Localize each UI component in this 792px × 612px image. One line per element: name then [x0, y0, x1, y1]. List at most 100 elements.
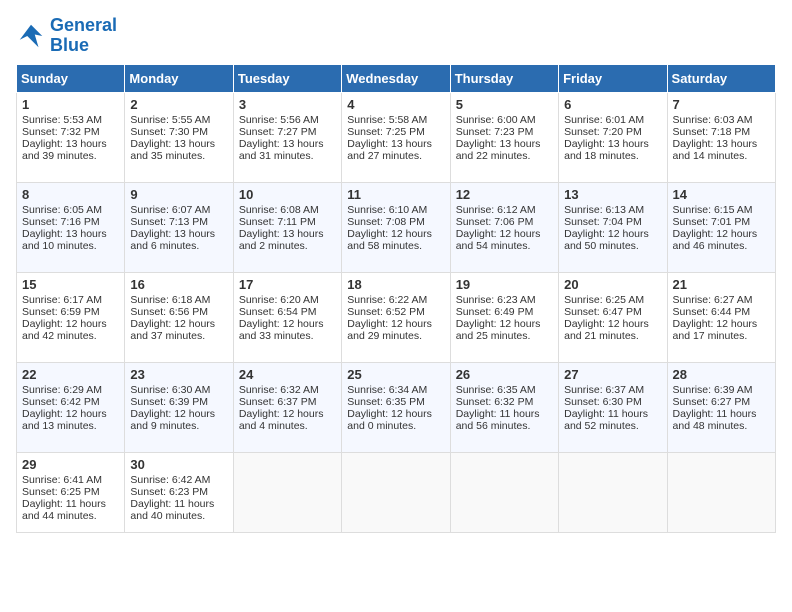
- cell-line: Sunset: 7:30 PM: [130, 126, 227, 138]
- cell-line: Sunset: 7:25 PM: [347, 126, 444, 138]
- calendar-cell: 26 Sunrise: 6:35 AMSunset: 6:32 PMDayligh…: [450, 362, 558, 452]
- calendar-header-monday: Monday: [125, 64, 233, 92]
- cell-line: and 18 minutes.: [564, 150, 661, 162]
- cell-line: Daylight: 13 hours: [22, 228, 119, 240]
- cell-line: Daylight: 12 hours: [130, 408, 227, 420]
- calendar-cell: [450, 452, 558, 532]
- calendar-cell: 24Sunrise: 6:32 AMSunset: 6:37 PMDayligh…: [233, 362, 341, 452]
- cell-line: and 56 minutes.: [456, 420, 553, 432]
- day-number: 6: [564, 97, 661, 112]
- cell-line: and 44 minutes.: [22, 510, 119, 522]
- cell-line: Sunrise: 6:32 AM: [239, 384, 336, 396]
- cell-line: Daylight: 12 hours: [130, 318, 227, 330]
- cell-line: Daylight: 13 hours: [239, 138, 336, 150]
- logo-text: General Blue: [50, 16, 117, 56]
- day-number: 4: [347, 97, 444, 112]
- cell-line: Sunrise: 6:18 AM: [130, 294, 227, 306]
- cell-line: and 54 minutes.: [456, 240, 553, 252]
- cell-line: Daylight: 11 hours: [564, 408, 661, 420]
- cell-line: and 50 minutes.: [564, 240, 661, 252]
- cell-line: Daylight: 13 hours: [673, 138, 770, 150]
- cell-line: and 14 minutes.: [673, 150, 770, 162]
- cell-line: Daylight: 11 hours: [673, 408, 770, 420]
- cell-line: Sunset: 6:47 PM: [564, 306, 661, 318]
- cell-line: Sunset: 7:27 PM: [239, 126, 336, 138]
- day-number: 5: [456, 97, 553, 112]
- logo-icon: [16, 21, 46, 51]
- calendar-cell: 8Sunrise: 6:05 AMSunset: 7:16 PMDaylight…: [17, 182, 125, 272]
- day-number: 12: [456, 187, 553, 202]
- cell-line: and 21 minutes.: [564, 330, 661, 342]
- day-number: 25: [347, 367, 444, 382]
- cell-line: Sunset: 6:27 PM: [673, 396, 770, 408]
- day-number: 1: [22, 97, 119, 112]
- cell-line: Sunset: 6:23 PM: [130, 486, 227, 498]
- cell-line: and 40 minutes.: [130, 510, 227, 522]
- cell-line: Daylight: 13 hours: [130, 138, 227, 150]
- cell-line: Sunrise: 6:10 AM: [347, 204, 444, 216]
- day-number: 11: [347, 187, 444, 202]
- calendar-table: SundayMondayTuesdayWednesdayThursdayFrid…: [16, 64, 776, 533]
- cell-line: Sunrise: 6:00 AM: [456, 114, 553, 126]
- cell-line: Sunrise: 6:35 AM: [456, 384, 553, 396]
- day-number: 30: [130, 457, 227, 472]
- cell-line: Sunset: 6:49 PM: [456, 306, 553, 318]
- calendar-cell: 19Sunrise: 6:23 AMSunset: 6:49 PMDayligh…: [450, 272, 558, 362]
- cell-line: Sunset: 6:56 PM: [130, 306, 227, 318]
- day-number: 2: [130, 97, 227, 112]
- cell-line: Sunrise: 5:58 AM: [347, 114, 444, 126]
- cell-line: Sunset: 6:35 PM: [347, 396, 444, 408]
- cell-line: Daylight: 13 hours: [456, 138, 553, 150]
- cell-line: Sunrise: 5:55 AM: [130, 114, 227, 126]
- cell-line: Daylight: 11 hours: [22, 498, 119, 510]
- day-number: 8: [22, 187, 119, 202]
- cell-line: Sunrise: 6:20 AM: [239, 294, 336, 306]
- calendar-cell: [559, 452, 667, 532]
- page-header: General Blue: [16, 16, 776, 56]
- calendar-header-tuesday: Tuesday: [233, 64, 341, 92]
- cell-line: and 46 minutes.: [673, 240, 770, 252]
- cell-line: Sunset: 7:32 PM: [22, 126, 119, 138]
- cell-line: and 48 minutes.: [673, 420, 770, 432]
- calendar-cell: 2 Sunrise: 5:55 AMSunset: 7:30 PMDaylight…: [125, 92, 233, 182]
- day-number: 26: [456, 367, 553, 382]
- calendar-cell: 22Sunrise: 6:29 AMSunset: 6:42 PMDayligh…: [17, 362, 125, 452]
- day-number: 20: [564, 277, 661, 292]
- calendar-cell: 18Sunrise: 6:22 AMSunset: 6:52 PMDayligh…: [342, 272, 450, 362]
- calendar-cell: 23Sunrise: 6:30 AMSunset: 6:39 PMDayligh…: [125, 362, 233, 452]
- cell-line: and 4 minutes.: [239, 420, 336, 432]
- calendar-cell: 3Sunrise: 5:56 AMSunset: 7:27 PMDaylight…: [233, 92, 341, 182]
- cell-line: Sunset: 7:11 PM: [239, 216, 336, 228]
- cell-line: Sunset: 6:32 PM: [456, 396, 553, 408]
- day-number: 19: [456, 277, 553, 292]
- cell-line: Daylight: 12 hours: [673, 228, 770, 240]
- cell-line: Sunset: 6:52 PM: [347, 306, 444, 318]
- cell-line: Daylight: 13 hours: [130, 228, 227, 240]
- cell-line: Sunset: 6:25 PM: [22, 486, 119, 498]
- cell-line: Sunrise: 6:39 AM: [673, 384, 770, 396]
- day-number: 22: [22, 367, 119, 382]
- cell-line: and 37 minutes.: [130, 330, 227, 342]
- calendar-cell: 4Sunrise: 5:58 AMSunset: 7:25 PMDaylight…: [342, 92, 450, 182]
- cell-line: Daylight: 11 hours: [456, 408, 553, 420]
- cell-line: Sunset: 7:06 PM: [456, 216, 553, 228]
- cell-line: Sunrise: 6:03 AM: [673, 114, 770, 126]
- cell-line: and 52 minutes.: [564, 420, 661, 432]
- calendar-cell: 6Sunrise: 6:01 AMSunset: 7:20 PMDaylight…: [559, 92, 667, 182]
- cell-line: and 2 minutes.: [239, 240, 336, 252]
- cell-line: Sunrise: 6:08 AM: [239, 204, 336, 216]
- cell-line: Sunset: 6:44 PM: [673, 306, 770, 318]
- cell-line: Daylight: 11 hours: [130, 498, 227, 510]
- cell-line: Sunset: 6:30 PM: [564, 396, 661, 408]
- day-number: 21: [673, 277, 770, 292]
- day-number: 17: [239, 277, 336, 292]
- calendar-cell: 20Sunrise: 6:25 AMSunset: 6:47 PMDayligh…: [559, 272, 667, 362]
- cell-line: Daylight: 12 hours: [564, 228, 661, 240]
- calendar-header-sunday: Sunday: [17, 64, 125, 92]
- cell-line: and 27 minutes.: [347, 150, 444, 162]
- cell-line: and 13 minutes.: [22, 420, 119, 432]
- day-number: 28: [673, 367, 770, 382]
- calendar-cell: 15Sunrise: 6:17 AMSunset: 6:59 PMDayligh…: [17, 272, 125, 362]
- cell-line: Daylight: 12 hours: [347, 318, 444, 330]
- cell-line: Daylight: 12 hours: [347, 408, 444, 420]
